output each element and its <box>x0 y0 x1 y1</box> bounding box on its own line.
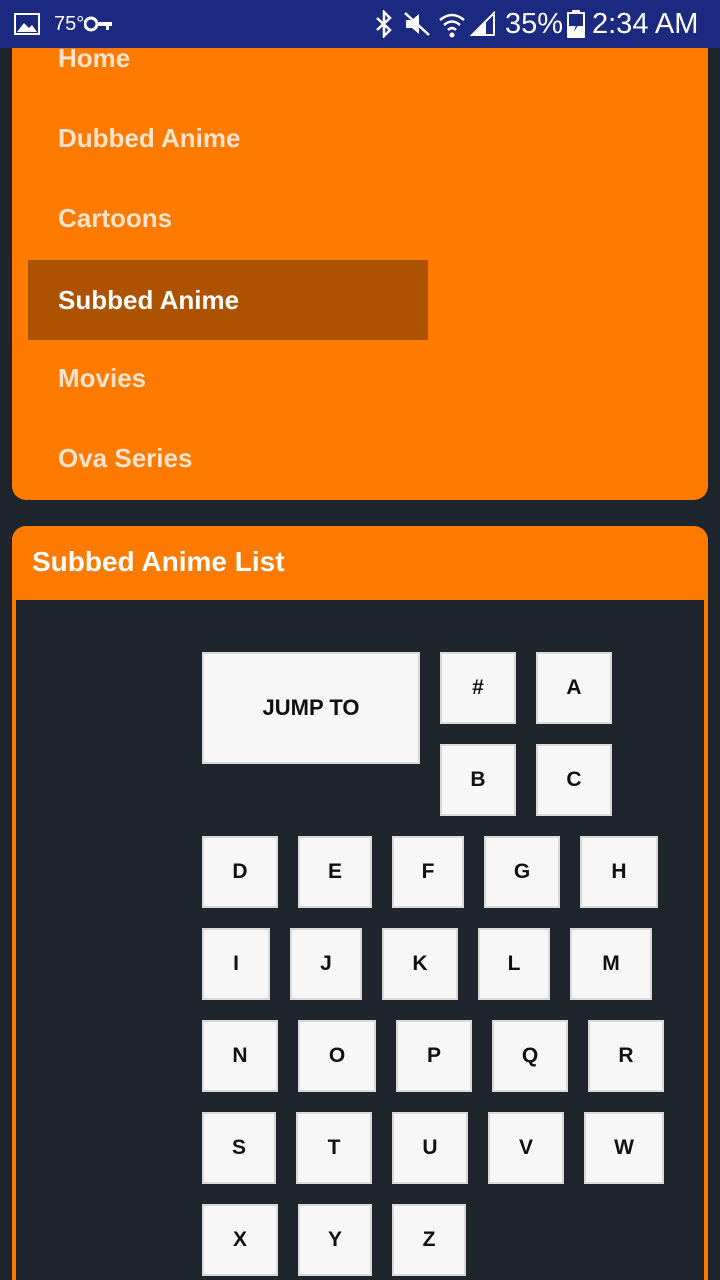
letter-button-q[interactable]: Q <box>492 1020 568 1092</box>
letter-button-x[interactable]: X <box>202 1204 278 1276</box>
letter-button-m[interactable]: M <box>570 928 652 1000</box>
letter-button-k[interactable]: K <box>382 928 458 1000</box>
letter-button-l[interactable]: L <box>478 928 550 1000</box>
letter-button-z[interactable]: Z <box>392 1204 466 1276</box>
nav-item-movies[interactable]: Movies <box>28 338 428 418</box>
letter-button-r[interactable]: R <box>588 1020 664 1092</box>
letter-button-v[interactable]: V <box>488 1112 564 1184</box>
letter-button-y[interactable]: Y <box>298 1204 372 1276</box>
nav-item-subbed-anime[interactable]: Subbed Anime <box>28 260 428 340</box>
nav-item-home[interactable]: Home <box>28 18 428 98</box>
letter-button-o[interactable]: O <box>298 1020 376 1092</box>
letter-button-hash[interactable]: # <box>440 652 516 724</box>
letter-button-h[interactable]: H <box>580 836 658 908</box>
letter-button-w[interactable]: W <box>584 1112 664 1184</box>
letter-button-n[interactable]: N <box>202 1020 278 1092</box>
letter-button-c[interactable]: C <box>536 744 612 816</box>
battery-icon <box>567 0 585 48</box>
nav-item-ova-series[interactable]: Ova Series <box>28 418 428 498</box>
letter-button-d[interactable]: D <box>202 836 278 908</box>
nav-item-dubbed-anime[interactable]: Dubbed Anime <box>28 98 428 178</box>
letter-button-u[interactable]: U <box>392 1112 468 1184</box>
letter-button-g[interactable]: G <box>484 836 560 908</box>
letter-button-f[interactable]: F <box>392 836 464 908</box>
letter-button-s[interactable]: S <box>202 1112 276 1184</box>
nav-item-cartoons[interactable]: Cartoons <box>28 178 428 258</box>
letter-button-j[interactable]: J <box>290 928 362 1000</box>
jump-to-button[interactable]: JUMP TO <box>202 652 420 764</box>
letter-button-t[interactable]: T <box>296 1112 372 1184</box>
wifi-icon <box>438 0 466 48</box>
letter-button-i[interactable]: I <box>202 928 270 1000</box>
clock-time: 2:34 AM <box>592 7 699 40</box>
letter-index: JUMP TO # A B C D E F G H I J K L M N O … <box>16 600 704 1280</box>
anime-list-panel: Subbed Anime List JUMP TO # A B C D E F … <box>12 526 708 1280</box>
letter-button-e[interactable]: E <box>298 836 372 908</box>
letter-button-p[interactable]: P <box>396 1020 472 1092</box>
battery-percent: 35% <box>505 7 564 40</box>
signal-icon <box>470 0 496 48</box>
category-menu: Home Dubbed Anime Cartoons Subbed Anime … <box>12 43 708 500</box>
list-title: Subbed Anime List <box>32 546 285 577</box>
letter-button-a[interactable]: A <box>536 652 612 724</box>
letter-button-b[interactable]: B <box>440 744 516 816</box>
